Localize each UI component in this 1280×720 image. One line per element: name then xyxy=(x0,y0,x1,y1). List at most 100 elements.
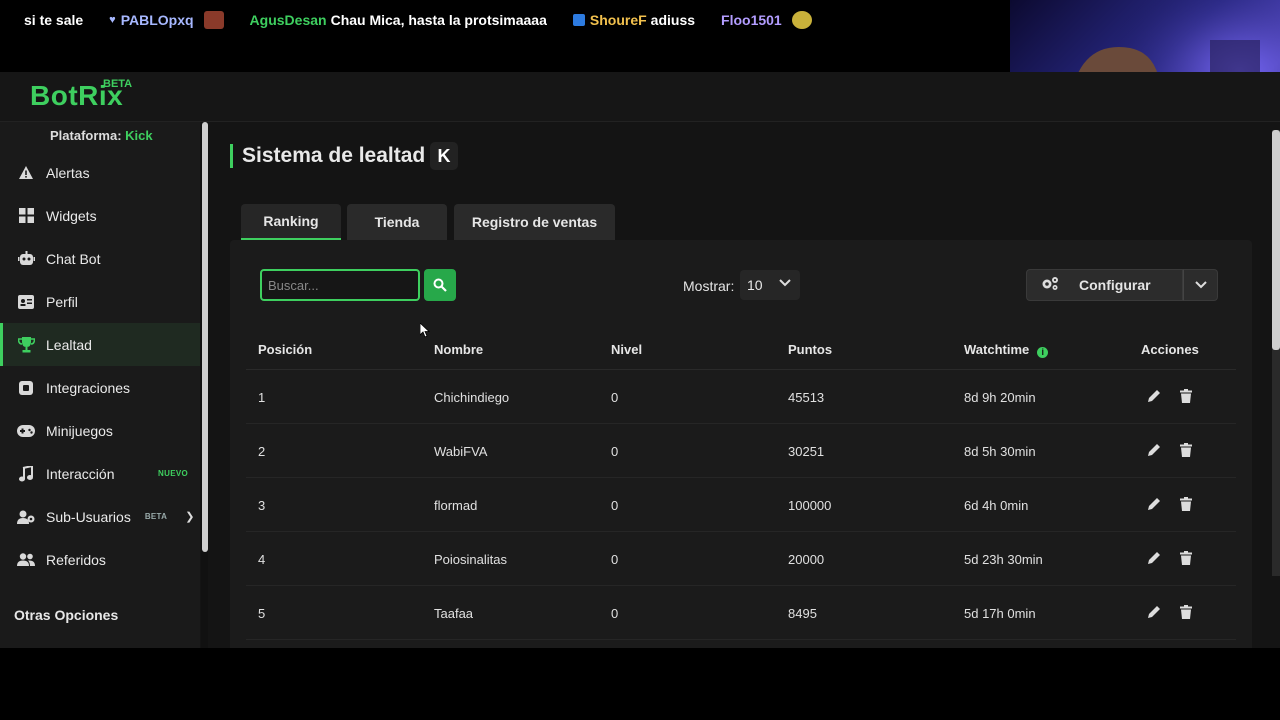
main-content: Sistema de lealtad K Ranking Tienda Regi… xyxy=(210,122,1280,648)
trash-icon[interactable] xyxy=(1178,550,1194,566)
sidebar-item-alertas[interactable]: Alertas xyxy=(0,151,200,194)
column-header-level[interactable]: Nivel xyxy=(611,342,642,357)
column-header-points[interactable]: Puntos xyxy=(788,342,832,357)
platform-label: Plataforma: xyxy=(50,128,122,143)
info-icon[interactable]: i xyxy=(1037,347,1049,358)
configure-label: Configurar xyxy=(1079,277,1151,293)
tab-tienda[interactable]: Tienda xyxy=(347,204,447,240)
mouse-cursor-icon xyxy=(419,322,431,343)
sidebar-item-chat-bot[interactable]: Chat Bot xyxy=(0,237,200,280)
trash-icon[interactable] xyxy=(1178,496,1194,512)
beta-badge: BETA xyxy=(103,78,133,90)
sidebar-item-label: Perfil xyxy=(46,293,78,310)
sidebar-item-widgets[interactable]: Widgets xyxy=(0,194,200,237)
cell-points: 30251 xyxy=(788,444,825,459)
edit-pencil-icon[interactable] xyxy=(1146,550,1162,566)
trash-icon[interactable] xyxy=(1178,442,1194,458)
sidebar-item-label: Interacción xyxy=(46,465,115,482)
trash-icon[interactable] xyxy=(1178,604,1194,620)
page-scrollbar[interactable] xyxy=(1272,130,1280,576)
platform-value: Kick xyxy=(125,128,153,143)
edit-pencil-icon[interactable] xyxy=(1146,496,1162,512)
show-count-value: 10 xyxy=(747,277,763,293)
ticker-item: Floo1501 xyxy=(721,11,812,29)
cell-level: 0 xyxy=(611,606,619,621)
search-input[interactable] xyxy=(260,269,420,301)
sidebar-item-minijuegos[interactable]: Minijuegos xyxy=(0,409,200,452)
chevron-down-icon[interactable]: ❯ xyxy=(185,510,194,523)
configure-button[interactable]: Configurar xyxy=(1026,269,1183,301)
column-header-watchtime[interactable]: Watchtime i xyxy=(964,342,1049,358)
edit-pencil-icon[interactable] xyxy=(1146,604,1162,620)
tab-ranking[interactable]: Ranking xyxy=(241,204,341,240)
ranking-table: Posición Nombre Nivel Puntos Watchtime i … xyxy=(246,325,1236,640)
edit-pencil-icon[interactable] xyxy=(1146,442,1162,458)
plug-icon xyxy=(17,379,35,397)
ticker-item: ♥ PABLOpxq xyxy=(109,11,224,29)
table-header: Posición Nombre Nivel Puntos Watchtime i … xyxy=(246,325,1236,370)
chevron-down-icon xyxy=(779,278,791,290)
cell-position: 5 xyxy=(258,606,266,621)
gamepad-icon xyxy=(17,422,35,440)
platform-indicator: Plataforma: Kick xyxy=(50,128,153,143)
show-label: Mostrar: xyxy=(683,278,735,294)
cell-points: 100000 xyxy=(788,498,832,513)
trophy-icon xyxy=(17,336,35,354)
ticker-username: PABLOpxq xyxy=(120,12,194,28)
cell-name: Poiosinalitas xyxy=(434,552,507,567)
edit-pencil-icon[interactable] xyxy=(1146,388,1162,404)
watchtime-header-label: Watchtime xyxy=(964,342,1030,357)
cell-level: 0 xyxy=(611,552,619,567)
chevron-down-icon xyxy=(1194,281,1207,289)
sidebar-item-label: Alertas xyxy=(46,164,90,181)
sidebar-item-label: Lealtad xyxy=(46,336,92,353)
cell-watchtime: 5d 17h 0min xyxy=(964,606,1036,621)
sidebar-scrollbar[interactable] xyxy=(201,122,208,648)
cell-level: 0 xyxy=(611,390,619,405)
music-note-icon xyxy=(17,465,35,483)
bolt-badge-icon xyxy=(572,14,585,26)
table-row: 2 WabiFVA 0 30251 8d 5h 30min xyxy=(246,424,1236,478)
show-count-select[interactable]: 10 xyxy=(740,270,800,300)
id-card-icon xyxy=(17,293,35,311)
sidebar-scrollbar-thumb[interactable] xyxy=(202,122,208,552)
tab-registro-de-ventas[interactable]: Registro de ventas xyxy=(454,204,615,240)
sidebar-item-interaccion[interactable]: Interacción NUEVO xyxy=(0,452,200,495)
cell-level: 0 xyxy=(611,444,619,459)
bottom-black-bar xyxy=(0,648,1280,720)
search-icon xyxy=(433,278,447,292)
table-row: 5 Taafaa 0 8495 5d 17h 0min xyxy=(246,586,1236,640)
configure-dropdown-toggle[interactable] xyxy=(1183,269,1218,301)
column-header-position[interactable]: Posición xyxy=(258,342,312,357)
ticker-username: Floo1501 xyxy=(721,12,782,28)
search-button[interactable] xyxy=(424,269,456,301)
ticker-item: ShoureF adiuss xyxy=(572,12,696,28)
ticker-message: adiuss xyxy=(650,12,696,28)
page-scrollbar-thumb[interactable] xyxy=(1272,130,1280,350)
sidebar-item-label: Referidos xyxy=(46,551,106,568)
column-header-name[interactable]: Nombre xyxy=(434,342,483,357)
cell-name: Taafaa xyxy=(434,606,474,621)
ticker-message: Chau Mica, hasta la protsimaaaa xyxy=(330,12,547,28)
emote-icon xyxy=(791,11,812,29)
sidebar-item-sub-usuarios[interactable]: Sub-Usuarios BETA ❯ xyxy=(0,495,200,538)
table-row: 4 Poiosinalitas 0 20000 5d 23h 30min xyxy=(246,532,1236,586)
cell-name: Chichindiego xyxy=(434,390,510,405)
users-gear-icon xyxy=(17,508,35,526)
cell-position: 1 xyxy=(258,390,266,405)
widgets-grid-icon xyxy=(17,207,35,225)
cell-level: 0 xyxy=(611,498,619,513)
trash-icon[interactable] xyxy=(1178,388,1194,404)
botrix-app: BotRix BETA Plataforma: Kick Alertas Wid… xyxy=(0,72,1280,648)
sidebar-item-integraciones[interactable]: Integraciones xyxy=(0,366,200,409)
chat-ticker: si te sale ♥ PABLOpxq AgusDesan Chau Mic… xyxy=(0,0,1010,40)
cell-points: 45513 xyxy=(788,390,825,405)
sidebar-item-lealtad[interactable]: Lealtad xyxy=(0,323,200,366)
page-title: Sistema de lealtad xyxy=(242,144,426,167)
sidebar-item-perfil[interactable]: Perfil xyxy=(0,280,200,323)
gears-icon xyxy=(1041,276,1059,294)
sidebar-item-referidos[interactable]: Referidos xyxy=(0,538,200,581)
emote-icon xyxy=(203,11,224,29)
ticker-item: si te sale xyxy=(24,12,83,28)
cell-points: 8495 xyxy=(788,606,817,621)
